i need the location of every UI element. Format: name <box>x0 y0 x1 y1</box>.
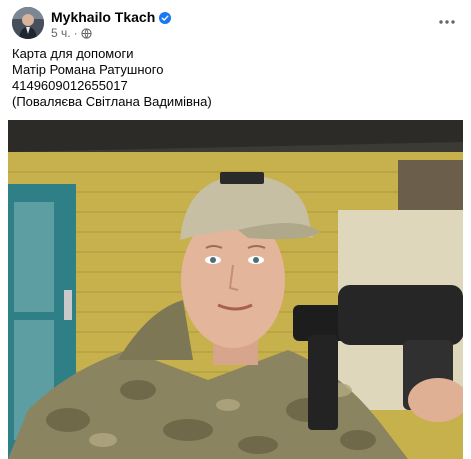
globe-icon[interactable] <box>80 27 92 39</box>
post-text-line: (Поваляєва Світлана Вадимівна) <box>12 94 212 109</box>
more-horizontal-icon[interactable] <box>435 12 459 32</box>
post-meta: 5 ч. · <box>51 26 92 40</box>
author-name[interactable]: Mykhailo Tkach <box>51 9 155 25</box>
post-header: Mykhailo Tkach 5 ч. · <box>0 0 471 44</box>
post-timestamp[interactable]: 5 ч. <box>51 26 71 40</box>
post-text-line: Матір Романа Ратушного <box>12 62 164 77</box>
verified-badge-icon <box>159 11 172 24</box>
post-text: Карта для допомоги Матір Романа Ратушног… <box>12 46 459 110</box>
post-text-line: 4149609012655017 <box>12 78 128 93</box>
meta-separator: · <box>73 26 78 40</box>
facebook-post: Mykhailo Tkach 5 ч. · Карта для допомоги… <box>0 0 471 459</box>
post-text-line: Карта для допомоги <box>12 46 134 61</box>
avatar[interactable] <box>12 7 44 39</box>
author-line: Mykhailo Tkach <box>51 9 172 25</box>
post-photo[interactable] <box>8 120 463 459</box>
soldier-selfie-image <box>8 120 463 459</box>
